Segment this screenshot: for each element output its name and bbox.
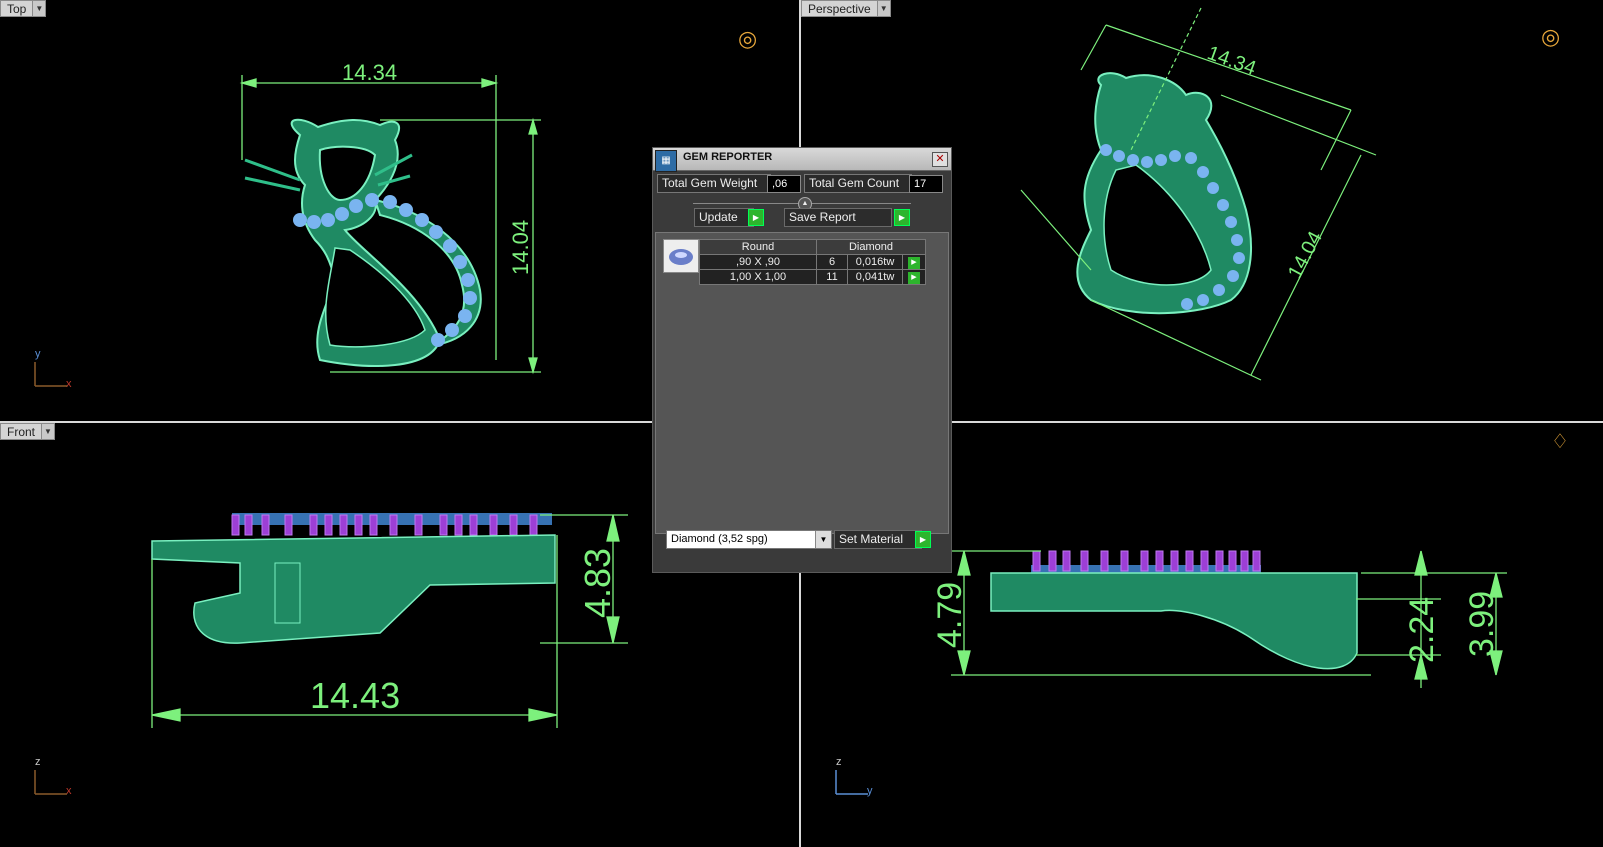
row-go-icon[interactable]: ▶ [902, 269, 926, 285]
pendant-view-icon[interactable]: ♢ [1551, 431, 1569, 453]
chevron-down-icon[interactable]: ▼ [33, 0, 47, 17]
axis-z-label: z [35, 756, 41, 768]
ring-view-icon[interactable]: ◎ [1541, 26, 1560, 48]
set-material-go-icon[interactable]: ▶ [915, 531, 931, 548]
dim-right-height-right: 3.99 [1463, 591, 1501, 657]
dim-persp-width: 14.34 [1204, 42, 1259, 80]
chevron-down-icon[interactable]: ▼ [877, 0, 891, 17]
save-report-go-icon[interactable]: ▶ [894, 209, 910, 226]
chevron-down-icon[interactable]: ▼ [815, 531, 831, 548]
gem-count: 6 [816, 254, 848, 270]
dim-right-height-left: 4.79 [931, 582, 969, 648]
close-icon[interactable]: ✕ [932, 152, 948, 167]
gem-size: 1,00 X 1,00 [699, 269, 817, 285]
gem-reporter-dialog[interactable]: ▦ GEM REPORTER ✕ Total Gem Weight ,06 To… [652, 147, 952, 573]
viewport-title: Perspective [801, 0, 878, 17]
gem-weight: 0,016tw [847, 254, 903, 270]
gem-table-header: Round Diamond [699, 239, 926, 255]
header-material: Diamond [816, 239, 926, 255]
total-gem-weight-label: Total Gem Weight [657, 174, 771, 193]
gem-count: 11 [816, 269, 848, 285]
total-gem-weight-value: ,06 [767, 175, 801, 193]
material-select[interactable]: Diamond (3,52 spg) ▼ [666, 530, 832, 549]
gem-weight: 0,041tw [847, 269, 903, 285]
set-material-button[interactable]: Set Material [834, 530, 922, 549]
dialog-titlebar[interactable]: ▦ GEM REPORTER ✕ [653, 148, 951, 172]
gem-size: ,90 X ,90 [699, 254, 817, 270]
total-gem-count-label: Total Gem Count [804, 174, 912, 193]
dim-persp-height: 14.04 [1284, 228, 1327, 283]
update-go-icon[interactable]: ▶ [748, 209, 764, 226]
viewport-title: Front [0, 423, 43, 440]
viewport-title: Top [0, 0, 34, 17]
chevron-down-icon[interactable]: ▼ [42, 423, 56, 440]
row-go-icon[interactable]: ▶ [902, 254, 926, 270]
dim-top-width: 14.34 [342, 60, 397, 85]
viewport-label-front[interactable]: Front ▼ [0, 423, 56, 440]
dim-front-height: 4.83 [577, 548, 618, 618]
table-row[interactable]: ,90 X ,90 6 0,016tw ▶ [699, 254, 926, 270]
axis-y-label: y [35, 348, 41, 360]
dim-front-width: 14.43 [310, 675, 400, 716]
gem-list[interactable]: Round Diamond ,90 X ,90 6 0,016tw ▶ 1,00… [655, 232, 949, 534]
dim-right-height-mid: 2.24 [1403, 597, 1441, 663]
table-row[interactable]: 1,00 X 1,00 11 0,041tw ▶ [699, 269, 926, 285]
header-cut: Round [699, 239, 817, 255]
gem-table: Round Diamond ,90 X ,90 6 0,016tw ▶ 1,00… [699, 239, 926, 285]
dialog-title: GEM REPORTER [683, 151, 773, 163]
ring-view-icon[interactable]: ◎ [738, 28, 757, 50]
axis-tripod [835, 770, 868, 795]
viewport-label-top[interactable]: Top ▼ [0, 0, 47, 17]
material-select-value: Diamond (3,52 spg) [671, 533, 768, 545]
viewport-label-perspective[interactable]: Perspective ▼ [801, 0, 891, 17]
axis-tripod [34, 362, 67, 387]
total-gem-count-value: 17 [909, 175, 943, 193]
gem-reporter-icon: ▦ [655, 150, 677, 172]
axis-tripod [34, 770, 67, 795]
dim-top-height: 14.04 [508, 220, 533, 275]
update-button[interactable]: Update [694, 208, 754, 227]
save-report-button[interactable]: Save Report [784, 208, 892, 227]
diamond-icon[interactable] [663, 239, 699, 273]
axis-z-label: z [836, 756, 842, 768]
